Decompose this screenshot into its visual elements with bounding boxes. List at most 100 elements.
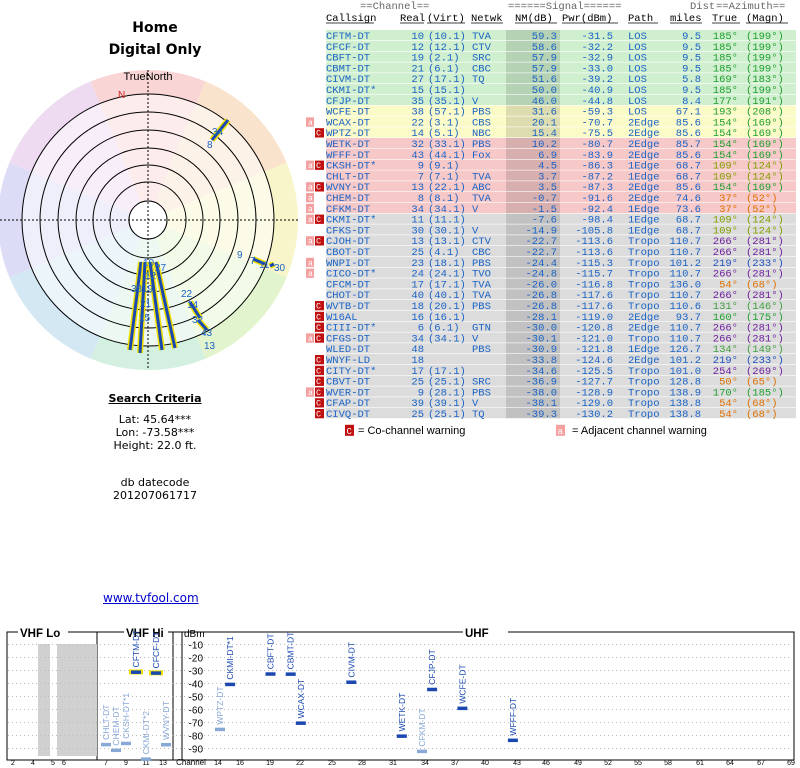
header-channel-group: ==Channel==: [360, 1, 429, 13]
x-tick-label: 69: [787, 760, 795, 767]
header-azimuth-group: ==Azimuth==: [716, 1, 785, 13]
cochannel-warning-letter: C: [316, 377, 321, 387]
x-tick-label: 2: [11, 760, 15, 767]
station-label: 9: [237, 250, 243, 261]
section-label-bg: [463, 627, 508, 641]
x-tick-label: 67: [757, 760, 765, 767]
y-axis-label: dBm: [184, 629, 205, 640]
y-tick-label: -30: [189, 667, 204, 678]
station-label: 38: [131, 284, 143, 295]
x-tick-label: 61: [696, 760, 704, 767]
signal-callsign: CFJP-DT: [427, 649, 437, 684]
station-label: 21: [140, 299, 152, 310]
y-tick-label: -10: [189, 641, 204, 652]
longitude: Lon: -73.58***: [115, 426, 195, 439]
adjacent-warning-letter: a: [308, 335, 313, 344]
section-label: VHF Hi: [126, 628, 164, 640]
y-tick-label: -40: [189, 680, 204, 691]
signal-callsign: WCAX-DT: [296, 679, 306, 719]
signal-callsign: CFCF-DT: [151, 632, 161, 669]
x-tick-label: 55: [634, 760, 642, 767]
antenna-height: Height: 22.0 ft.: [113, 439, 197, 452]
x-tick-label: 9: [124, 760, 128, 767]
signal-callsign: CKMI-DT*1: [225, 636, 235, 680]
cochannel-warning-letter: C: [316, 312, 321, 322]
spectrum-frame: [6, 631, 795, 761]
cochannel-warning-letter: C: [316, 366, 321, 376]
station-label: 30: [274, 263, 286, 274]
signal-marker: [131, 670, 141, 674]
signal-callsign: WETK-DT: [397, 693, 407, 732]
signal-marker: [111, 748, 121, 753]
x-tick-label: 14: [214, 760, 222, 767]
cochannel-warning-letter: C: [316, 356, 321, 366]
cochannel-warning-letter: C: [316, 215, 321, 225]
true-north-label: TrueNorth: [123, 71, 172, 83]
station-label: 32: [192, 315, 204, 326]
db-datecode-value: 201207061717: [113, 489, 197, 502]
station-label: 19: [142, 284, 154, 295]
station-label: 27: [155, 263, 167, 274]
adjacent-warning-letter: a: [308, 162, 313, 171]
station-label: 22: [181, 289, 193, 300]
x-tick-label: 46: [542, 760, 550, 767]
cochannel-warning-letter: C: [316, 302, 321, 312]
station-label: 13: [204, 341, 216, 352]
station-label: 7: [250, 256, 256, 267]
section-label: UHF: [465, 628, 489, 640]
signal-marker: [457, 706, 468, 711]
tvfool-link[interactable]: www.tvfool.com: [103, 591, 199, 605]
station-power: -130.2: [575, 409, 613, 421]
legend-cochannel-letter: C: [347, 427, 353, 437]
x-tick-label: 25: [328, 760, 336, 767]
signal-marker: [427, 687, 438, 692]
x-tick-label: 7: [104, 760, 108, 767]
x-tick-label: 22: [296, 760, 304, 767]
station-label: 34: [212, 127, 224, 138]
signal-callsign: CIVM-DT: [346, 642, 356, 677]
unused-band-gap: [57, 644, 97, 756]
cochannel-warning-letter: C: [316, 183, 321, 193]
cochannel-warning-letter: C: [316, 129, 321, 139]
x-tick-label: 49: [574, 760, 582, 767]
signal-callsign: CHEM-DT: [111, 706, 121, 745]
north-marker: N: [118, 90, 125, 101]
x-tick-label: 5: [51, 760, 55, 767]
signal-marker: [346, 680, 357, 684]
x-tick-label: 43: [513, 760, 521, 767]
section-label-bg: [124, 627, 168, 641]
signal-marker: [396, 734, 407, 738]
station-label: 43: [201, 328, 213, 339]
station-label: 10: [143, 258, 155, 269]
header-dist-group: Dist: [690, 1, 715, 13]
station-network: TQ: [472, 409, 485, 421]
x-tick-label: 28: [358, 760, 366, 767]
station-azimuth-magnetic: (68°): [746, 409, 778, 421]
signal-callsign: CBMT-DT: [286, 632, 296, 670]
station-label: 15: [139, 313, 151, 324]
station-distance: 138.8: [669, 409, 701, 421]
legend-adjacent-letter: a: [558, 427, 564, 437]
signal-callsign: WCFE-DT: [457, 664, 467, 703]
station-label: 14: [187, 300, 199, 311]
adjacent-warning-letter: a: [308, 270, 313, 279]
signal-marker: [295, 721, 306, 725]
station-table: ==Channel== ======Signal====== Dist ==Azimu…: [306, 1, 796, 437]
y-tick-label: -90: [189, 745, 204, 756]
cochannel-warning-letter: C: [316, 161, 321, 171]
signal-callsign: CFTM-DT: [131, 630, 141, 668]
x-tick-label: 11: [142, 760, 149, 767]
signal-marker: [161, 742, 171, 747]
signal-callsign: WPTZ-DT: [215, 686, 225, 724]
x-tick-label: 64: [726, 760, 734, 767]
section-label-bg: [18, 627, 68, 641]
signal-callsign: WFFF-DT: [508, 698, 518, 736]
adjacent-warning-letter: a: [308, 216, 313, 225]
unused-band-gap: [38, 644, 50, 756]
db-datecode-label: db datecode: [120, 476, 190, 489]
station-label: 8: [207, 140, 213, 151]
cochannel-warning-letter: C: [316, 323, 321, 333]
signal-callsign: CFKM-DT: [417, 708, 427, 746]
signal-marker: [507, 738, 518, 743]
x-tick-label: 40: [481, 760, 489, 767]
